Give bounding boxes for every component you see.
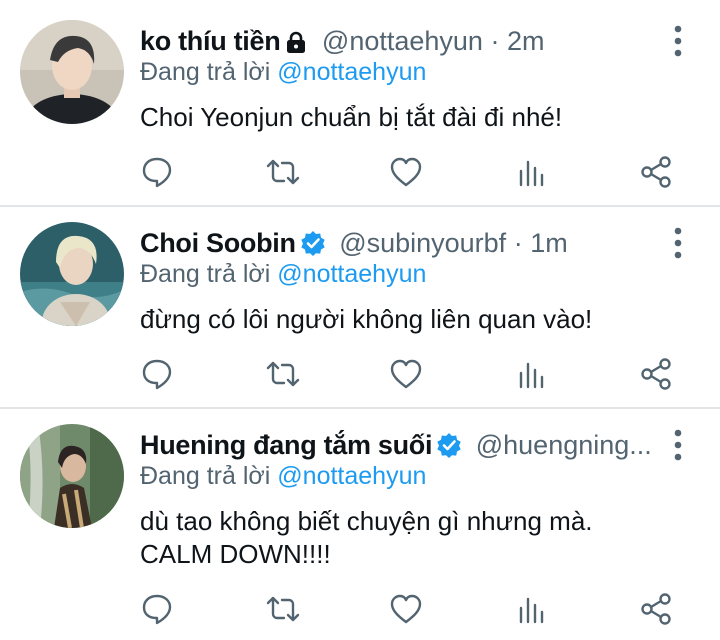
tweet-actions <box>0 354 720 394</box>
replying-to: Đang trả lời @nottaehyun <box>140 258 426 290</box>
reply-button[interactable] <box>137 152 177 192</box>
replying-label: Đang trả lời <box>140 260 278 288</box>
retweet-icon <box>266 159 300 185</box>
share-icon <box>641 156 671 188</box>
more-options-icon[interactable] <box>668 24 688 58</box>
user-handle[interactable]: @huengning... <box>476 430 650 460</box>
share-button[interactable] <box>636 152 676 192</box>
tweet-actions <box>0 152 720 192</box>
stats-icon <box>519 160 544 187</box>
stats-button[interactable] <box>511 589 551 629</box>
reply-icon <box>142 157 172 188</box>
share-button[interactable] <box>636 354 676 394</box>
stats-button[interactable] <box>511 152 551 192</box>
tweet[interactable]: ko thíu tiền @nottaehyun · 2m Đang trả l… <box>0 0 720 205</box>
replying-to: Đang trả lời @nottaehyun <box>140 56 426 88</box>
like-button[interactable] <box>386 589 426 629</box>
display-name[interactable]: Huening đang tắm suối <box>140 430 433 460</box>
retweet-button[interactable] <box>263 354 303 394</box>
like-button[interactable] <box>386 354 426 394</box>
stats-icon <box>519 597 544 624</box>
like-button[interactable] <box>386 152 426 192</box>
tweet-text: dù tao không biết chuyện gì nhưng mà. CA… <box>140 506 593 569</box>
display-name[interactable]: ko thíu tiền <box>140 26 281 56</box>
retweet-button[interactable] <box>263 589 303 629</box>
share-button[interactable] <box>636 589 676 629</box>
retweet-icon <box>266 596 300 622</box>
retweet-button[interactable] <box>263 152 303 192</box>
stats-icon <box>519 362 544 389</box>
heart-icon <box>390 157 422 187</box>
reply-button[interactable] <box>137 589 177 629</box>
replying-label: Đang trả lời <box>140 58 278 86</box>
verified-icon <box>300 229 326 261</box>
more-options-icon[interactable] <box>668 226 688 260</box>
mention-link[interactable]: @nottaehyun <box>277 462 426 490</box>
avatar[interactable] <box>20 20 124 124</box>
mention-link[interactable]: @nottaehyun <box>277 58 426 86</box>
lock-icon <box>284 27 308 59</box>
tweet-text: đừng có lôi người không liên quan vào! <box>140 304 593 334</box>
reply-button[interactable] <box>137 354 177 394</box>
reply-icon <box>142 359 172 390</box>
timestamp[interactable]: · 2m <box>490 26 544 56</box>
stats-button[interactable] <box>511 354 551 394</box>
heart-icon <box>390 359 422 389</box>
timestamp[interactable]: · 1m <box>514 228 568 258</box>
avatar[interactable] <box>20 222 124 326</box>
share-icon <box>641 358 671 390</box>
tweet[interactable]: Huening đang tắm suối @huengning... Đang… <box>0 409 720 640</box>
retweet-icon <box>266 361 300 387</box>
share-icon <box>641 593 671 625</box>
tweet-actions <box>0 589 720 629</box>
tweet-text: Choi Yeonjun chuẩn bị tắt đài đi nhé! <box>140 102 563 132</box>
heart-icon <box>390 594 422 624</box>
verified-icon <box>436 431 462 463</box>
more-options-icon[interactable] <box>668 428 688 462</box>
replying-label: Đang trả lời <box>140 462 278 490</box>
avatar[interactable] <box>20 424 124 528</box>
user-handle[interactable]: @nottaehyun <box>322 26 483 56</box>
user-handle[interactable]: @subinyourbf <box>339 228 506 258</box>
display-name[interactable]: Choi Soobin <box>140 228 296 258</box>
replying-to: Đang trả lời @nottaehyun <box>140 460 426 492</box>
tweet[interactable]: Choi Soobin @subinyourbf · 1m Đang trả l… <box>0 207 720 407</box>
mention-link[interactable]: @nottaehyun <box>277 260 426 288</box>
reply-icon <box>142 594 172 625</box>
